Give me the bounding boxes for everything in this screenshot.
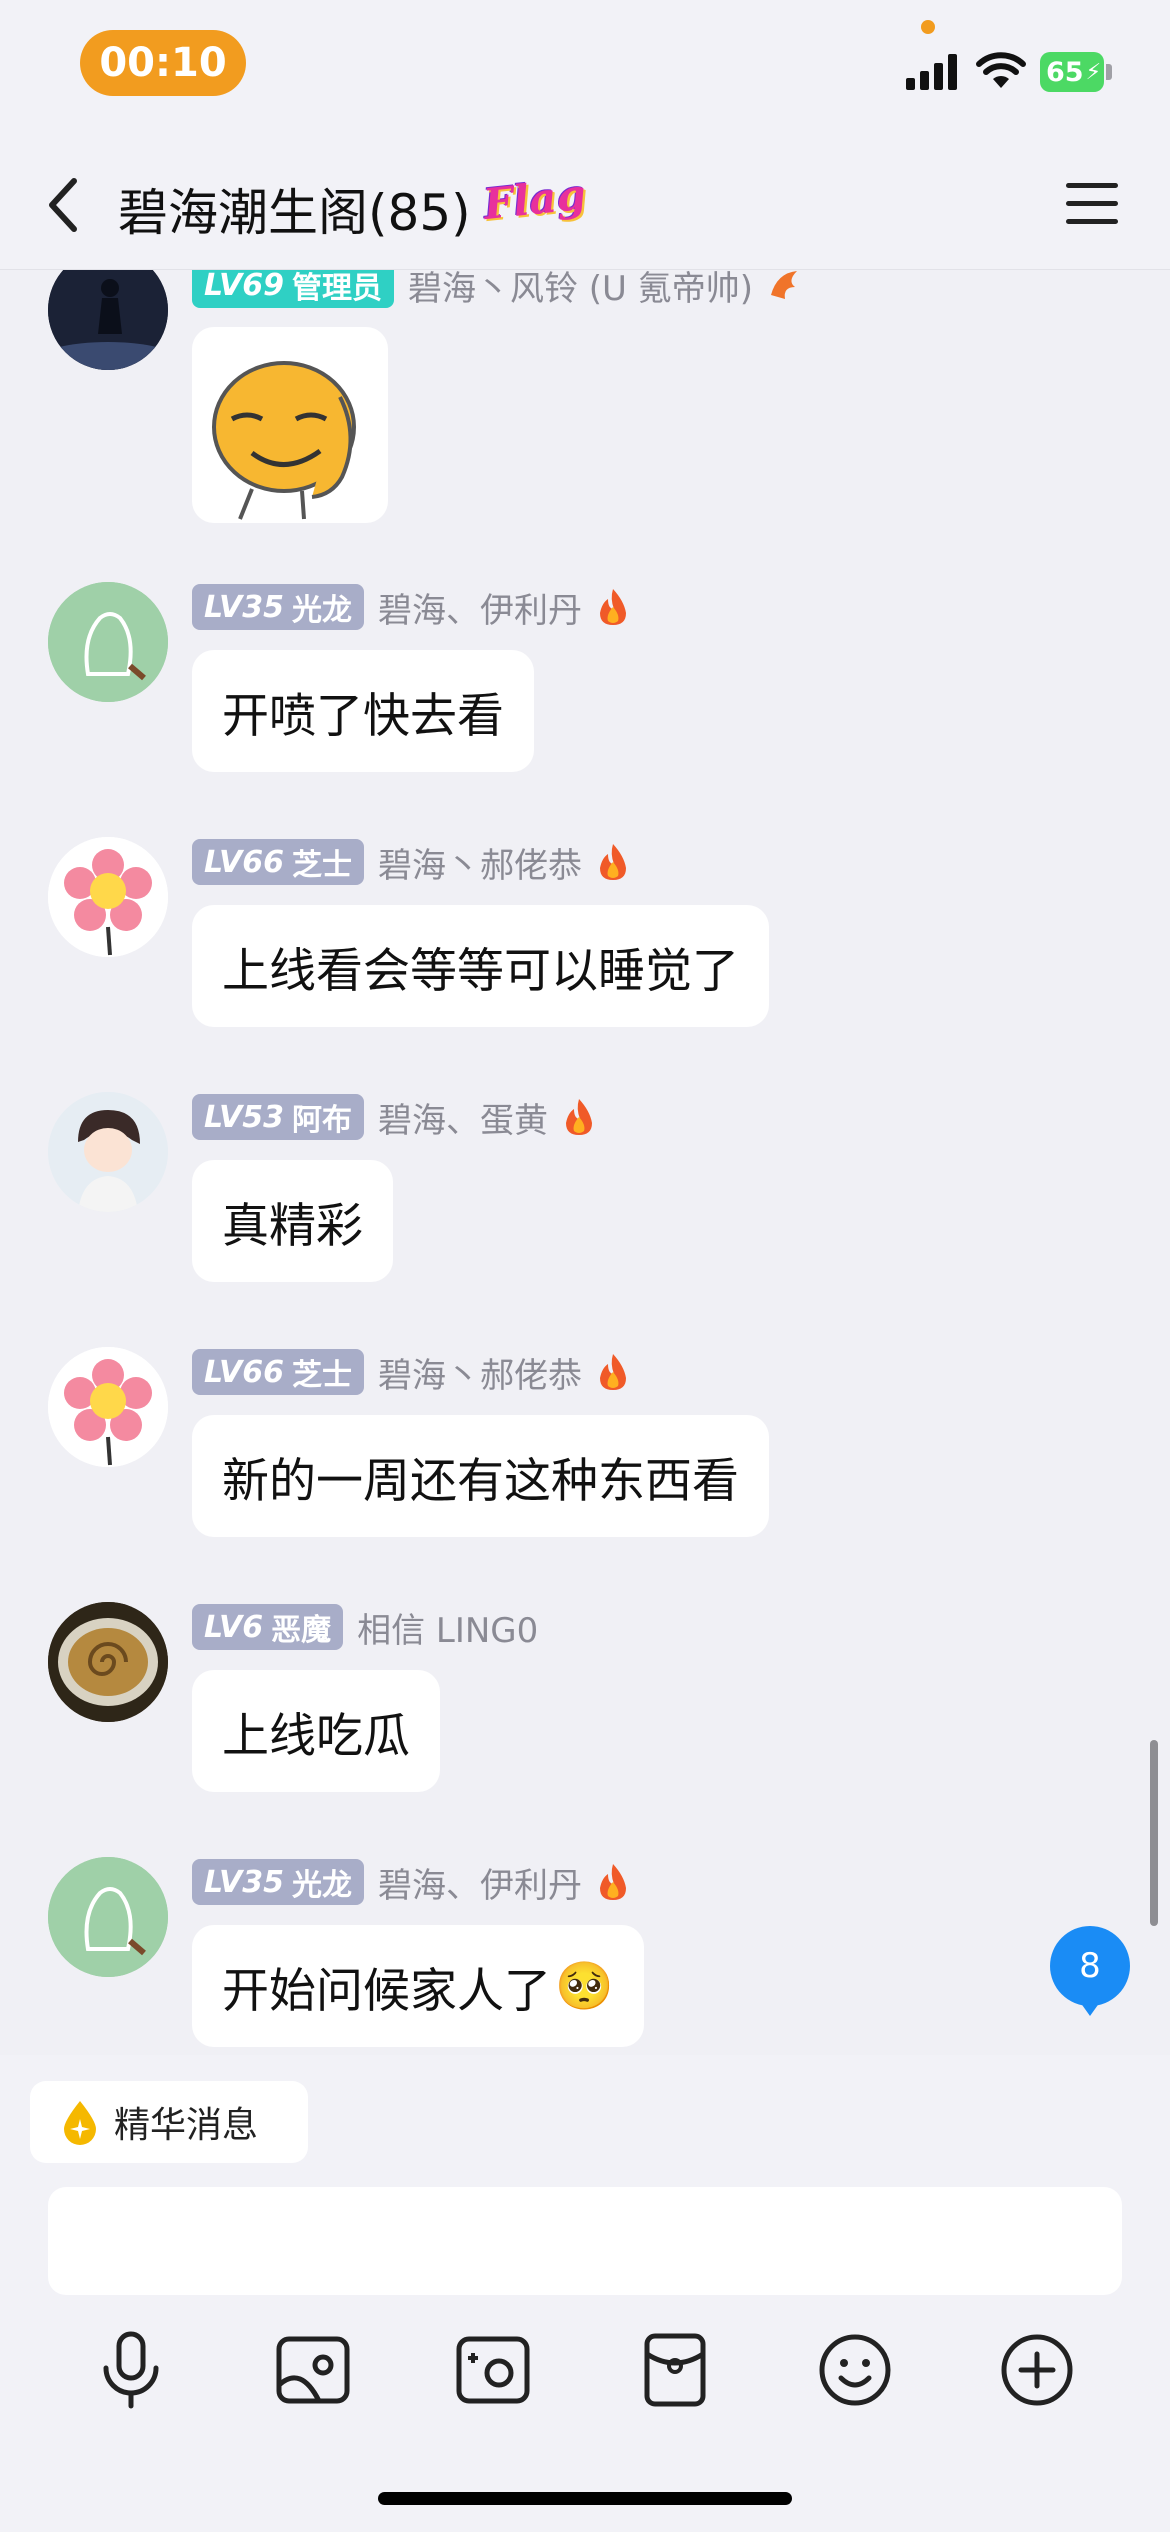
avatar[interactable]	[48, 1857, 168, 1977]
sender-name[interactable]: 相信 LING0	[357, 1603, 538, 1652]
cellular-signal-icon	[906, 54, 957, 90]
mic-in-use-dot	[921, 20, 935, 34]
home-indicator[interactable]	[378, 2492, 792, 2505]
message-input[interactable]	[48, 2187, 1122, 2295]
sender-name[interactable]: 碧海丶郝佬恭	[378, 838, 582, 887]
flag-badge: Flag	[481, 169, 589, 230]
message-bubble[interactable]: 上线吃瓜	[192, 1670, 440, 1792]
essence-drop-icon	[64, 2101, 96, 2145]
message-meta: LV6 恶魔 相信 LING0	[192, 1602, 538, 1652]
menu-button[interactable]	[1066, 183, 1118, 227]
toolbar	[0, 2325, 1170, 2435]
message-text: 开始问候家人了	[222, 1963, 551, 2019]
nav-bar: 碧海潮生阁(85) Flag	[0, 135, 1170, 270]
level-badge: LV53 阿布	[192, 1094, 364, 1140]
sender-name[interactable]: 碧海丶郝佬恭	[378, 1348, 582, 1397]
fire-icon	[599, 1864, 626, 1900]
input-area: 精华消息	[0, 2055, 1170, 2532]
avatar[interactable]	[48, 1602, 168, 1722]
message-meta: LV66 芝士 碧海丶郝佬恭	[192, 837, 630, 887]
battery-icon: 65 ⚡	[1040, 52, 1104, 92]
plus-icon[interactable]	[992, 2325, 1082, 2415]
message-meta: LV35 光龙 碧海、伊利丹	[192, 1857, 630, 1907]
level-badge: LV66 芝士	[192, 1349, 364, 1395]
message-list[interactable]: LV69 管理员 碧海丶风铃 (U 氪帝帅) LV35 光龙 碧海、伊利丹 开喷…	[0, 270, 1170, 2055]
level-badge: LV66 芝士	[192, 839, 364, 885]
mic-icon[interactable]	[86, 2325, 176, 2415]
emoji-icon[interactable]	[810, 2325, 900, 2415]
avatar[interactable]	[48, 582, 168, 702]
fire-icon	[599, 1354, 626, 1390]
message-bubble[interactable]: 真精彩	[192, 1160, 393, 1282]
sender-name[interactable]: 碧海、伊利丹	[378, 583, 582, 632]
unread-count-badge[interactable]: 8	[1050, 1926, 1130, 2016]
essence-label: 精华消息	[114, 2105, 259, 2146]
avatar[interactable]	[48, 270, 168, 370]
pleading-emoji: 🥺	[555, 1958, 614, 2014]
level-badge: LV35 光龙	[192, 1859, 364, 1905]
avatar[interactable]	[48, 1092, 168, 1212]
sticker-message[interactable]	[192, 327, 388, 523]
wifi-icon	[976, 52, 1026, 88]
sender-name[interactable]: 碧海、伊利丹	[378, 1858, 582, 1907]
status-time: 00:10	[80, 30, 246, 96]
message-bubble[interactable]: 开喷了快去看	[192, 650, 534, 772]
fire-icon	[599, 844, 626, 880]
sender-name[interactable]: 碧海、蛋黄	[378, 1093, 548, 1142]
message-meta: LV53 阿布 碧海、蛋黄	[192, 1092, 596, 1142]
group-title[interactable]: 碧海潮生阁(85)	[118, 173, 471, 245]
status-bar: 00:10 65 ⚡	[0, 0, 1170, 135]
level-badge: LV6 恶魔	[192, 1604, 344, 1650]
back-button[interactable]	[40, 175, 90, 235]
avatar[interactable]	[48, 1347, 168, 1467]
avatar[interactable]	[48, 837, 168, 957]
message-bubble[interactable]: 开始问候家人了 🥺	[192, 1925, 644, 2047]
sender-name[interactable]: 碧海丶风铃 (U 氪帝帅)	[408, 270, 753, 310]
scrollbar[interactable]	[1150, 1740, 1158, 1926]
message-meta: LV66 芝士 碧海丶郝佬恭	[192, 1347, 630, 1397]
level-badge: LV69 管理员	[192, 270, 394, 308]
message-bubble[interactable]: 上线看会等等可以睡觉了	[192, 905, 769, 1027]
battery-level: 65	[1046, 56, 1084, 88]
fire-icon	[599, 589, 626, 625]
image-icon[interactable]	[268, 2325, 358, 2415]
message-meta: LV35 光龙 碧海、伊利丹	[192, 582, 630, 632]
essence-messages-button[interactable]: 精华消息	[30, 2081, 308, 2163]
message-meta: LV69 管理员 碧海丶风铃 (U 氪帝帅)	[192, 270, 801, 310]
level-badge: LV35 光龙	[192, 584, 364, 630]
fire-icon	[565, 1099, 592, 1135]
message-bubble[interactable]: 新的一周还有这种东西看	[192, 1415, 769, 1537]
phoenix-icon	[770, 271, 797, 299]
camera-icon[interactable]	[448, 2325, 538, 2415]
red-packet-icon[interactable]	[630, 2325, 720, 2415]
